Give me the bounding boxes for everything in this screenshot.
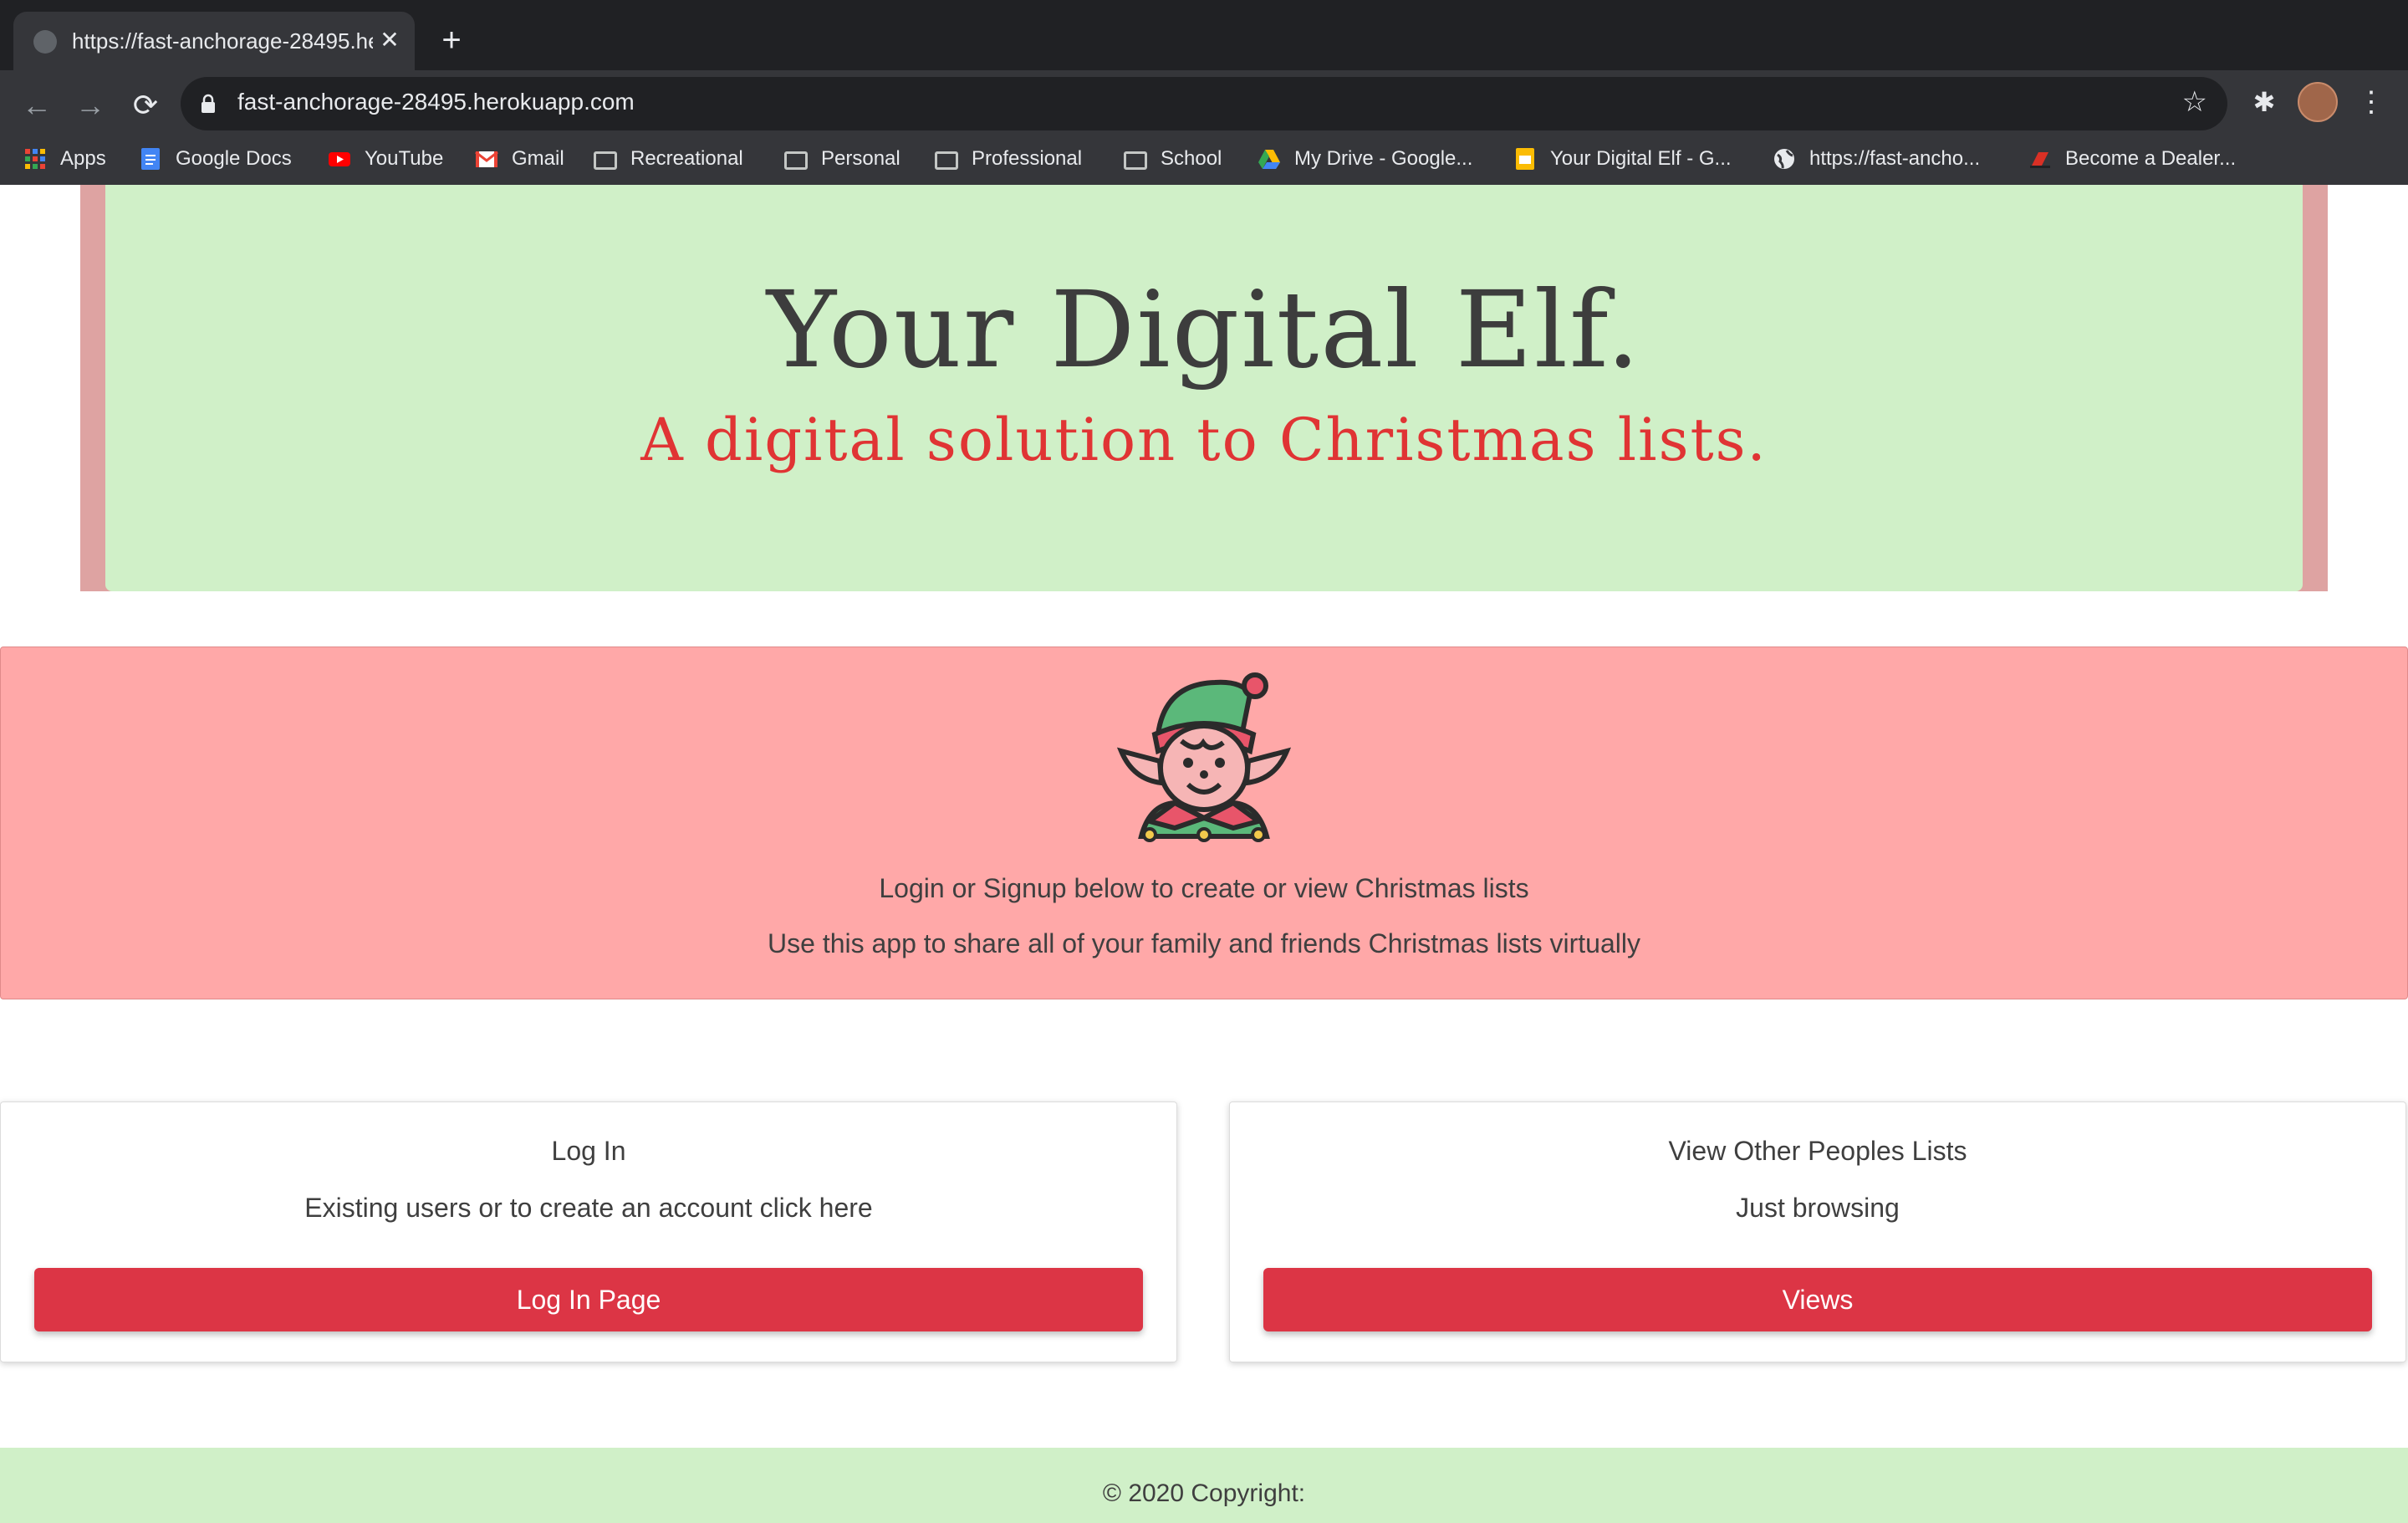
new-tab-icon[interactable]: + [435, 23, 468, 57]
browser-tab[interactable]: https://fast-anchorage-28495.herokuapp.c… [13, 12, 415, 70]
copyright-text: © 2020 Copyright: [1102, 1480, 1306, 1507]
views-button[interactable]: Views [1263, 1268, 2372, 1331]
tab-title: https://fast-anchorage-28495.herokuapp.c… [72, 28, 373, 54]
bookmark-my-drive[interactable]: My Drive - Google... [1258, 142, 1472, 176]
bookmark-become-a-dealer[interactable]: Become a Dealer... [2028, 142, 2236, 176]
page-content: Your Digital Elf. A digital solution to … [0, 185, 2408, 1523]
page-subtitle: A digital solution to Christmas lists. [640, 406, 1768, 474]
bookmark-your-digital-elf[interactable]: Your Digital Elf - G... [1513, 142, 1732, 176]
forward-arrow-icon[interactable]: → [70, 85, 110, 125]
google-drive-icon [1258, 150, 1280, 169]
profile-avatar[interactable] [2298, 82, 2338, 122]
login-card-text: Existing users or to create an account c… [304, 1193, 873, 1223]
bookmark-folder-recreational[interactable]: Recreational [594, 142, 743, 176]
login-page-button[interactable]: Log In Page [34, 1268, 1143, 1331]
dealer-logo-icon [2030, 152, 2050, 168]
lock-icon [202, 94, 215, 113]
gmail-icon [475, 151, 498, 167]
reload-icon[interactable]: ⟳ [125, 85, 166, 125]
views-card-text: Just browsing [1736, 1193, 1900, 1223]
views-card: View Other Peoples Lists Just browsing V… [1229, 1101, 2406, 1362]
apps-grid-icon [25, 149, 45, 169]
folder-icon [594, 151, 617, 170]
login-card-title: Log In [551, 1136, 626, 1166]
google-docs-icon [141, 148, 160, 170]
folder-icon [935, 151, 958, 170]
bookmark-folder-school[interactable]: School [1124, 142, 1222, 176]
hero-section: Your Digital Elf. A digital solution to … [80, 185, 2328, 591]
login-card: Log In Existing users or to create an ac… [0, 1101, 1177, 1362]
hero-panel: Your Digital Elf. A digital solution to … [105, 185, 2303, 591]
browser-toolbar: ← → ⟳ fast-anchorage-28495.herokuapp.com… [0, 70, 2408, 199]
page-footer: © 2020 Copyright: [0, 1448, 2408, 1523]
globe-icon [1774, 149, 1794, 169]
bookmarks-bar: Apps Google Docs YouTube Gmail Recreatio… [0, 135, 2408, 182]
address-bar[interactable]: fast-anchorage-28495.herokuapp.com ☆ [181, 77, 2227, 130]
bookmark-youtube[interactable]: YouTube [328, 142, 443, 176]
globe-icon [33, 30, 57, 54]
extensions-puzzle-icon[interactable]: ✱ [2247, 85, 2281, 119]
bookmark-google-docs[interactable]: Google Docs [139, 142, 292, 176]
folder-icon [784, 151, 808, 170]
page-title: Your Digital Elf. [766, 268, 1642, 391]
intro-banner: Login or Signup below to create or view … [0, 647, 2408, 999]
browser-tab-strip: https://fast-anchorage-28495.herokuapp.c… [0, 0, 2408, 70]
kebab-menu-icon[interactable]: ⋮ [2354, 85, 2388, 119]
elf-icon [1116, 672, 1292, 842]
banner-description-text: Use this app to share all of your family… [768, 928, 1640, 958]
youtube-icon [329, 152, 350, 166]
bookmark-gmail[interactable]: Gmail [475, 142, 564, 176]
bookmark-fast-anchorage[interactable]: https://fast-ancho... [1773, 142, 1980, 176]
banner-instruction-text: Login or Signup below to create or view … [879, 873, 1529, 903]
google-slides-icon [1516, 148, 1534, 170]
bookmark-apps[interactable]: Apps [23, 142, 106, 176]
close-tab-icon[interactable]: ✕ [373, 23, 406, 57]
views-card-title: View Other Peoples Lists [1668, 1136, 1967, 1166]
back-arrow-icon[interactable]: ← [17, 85, 57, 125]
folder-icon [1124, 151, 1147, 170]
url-text: fast-anchorage-28495.herokuapp.com [237, 89, 635, 115]
bookmark-folder-professional[interactable]: Professional [935, 142, 1082, 176]
bookmark-folder-personal[interactable]: Personal [784, 142, 900, 176]
bookmark-star-icon[interactable]: ☆ [2182, 85, 2207, 119]
